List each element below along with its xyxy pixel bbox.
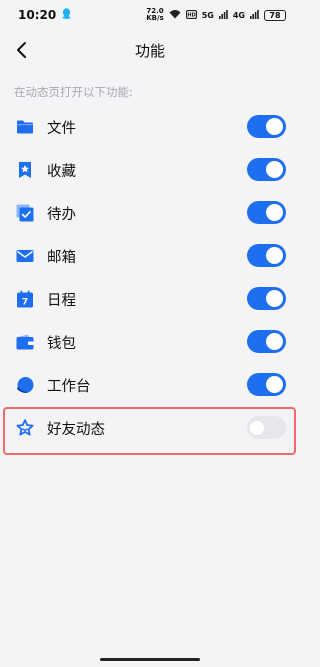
- net-speed: 72.0 KB/s: [146, 8, 163, 22]
- workbench-icon: [16, 376, 34, 394]
- wallet-icon: [16, 333, 34, 351]
- toggle-knob: [250, 420, 264, 435]
- qq-notification-icon: [62, 8, 71, 22]
- list-item-favorites[interactable]: 收藏: [0, 149, 300, 192]
- list-item-label: 文件: [47, 121, 76, 137]
- list-item-label: 工作台: [47, 379, 91, 395]
- list-item-label: 收藏: [47, 164, 76, 180]
- toggle-knob: [266, 290, 283, 307]
- wifi-icon: [169, 9, 181, 21]
- list-item-wallet[interactable]: 钱包: [0, 321, 300, 364]
- list-item-friend-feed[interactable]: 好友动态: [0, 407, 300, 450]
- nfc-icon: HD: [185, 9, 197, 21]
- signal-4g-label: 4G: [232, 10, 245, 20]
- list-item-mail[interactable]: 邮箱: [0, 235, 300, 278]
- toggle-knob: [266, 118, 283, 135]
- calendar-toggle[interactable]: [247, 287, 286, 310]
- battery-icon: 78: [264, 9, 286, 21]
- wallet-toggle[interactable]: [247, 330, 286, 353]
- net-speed-unit: KB/s: [146, 14, 164, 22]
- signal-bars-icon: [218, 9, 228, 21]
- mail-icon: [16, 247, 34, 265]
- folder-icon: [16, 118, 34, 136]
- todo-check-icon: [16, 204, 34, 222]
- section-hint: 在动态页打开以下功能:: [14, 85, 133, 99]
- signal-5g-label: 5G: [201, 10, 214, 20]
- list-item-calendar[interactable]: 7 日程: [0, 278, 300, 321]
- files-toggle[interactable]: [247, 115, 286, 138]
- nav-bar: 功能: [0, 30, 300, 70]
- list-item-todo[interactable]: 待办: [0, 192, 300, 235]
- list-item-label: 钱包: [47, 336, 76, 352]
- list-item-label: 日程: [47, 293, 76, 309]
- feature-list: 文件 收藏 待办 邮箱 7 日程 钱包 工作台 好友动态: [0, 106, 300, 450]
- todo-toggle[interactable]: [247, 201, 286, 224]
- friend-feed-star-icon: [16, 419, 34, 437]
- toggle-knob: [266, 376, 283, 393]
- svg-text:7: 7: [22, 298, 28, 308]
- toggle-knob: [266, 161, 283, 178]
- toggle-knob: [266, 333, 283, 350]
- svg-text:HD: HD: [187, 12, 195, 18]
- favorites-toggle[interactable]: [247, 158, 286, 181]
- list-item-label: 邮箱: [47, 250, 76, 266]
- list-item-label: 待办: [47, 207, 76, 223]
- toggle-knob: [266, 204, 283, 221]
- status-time: 10:20: [18, 8, 57, 22]
- workbench-toggle[interactable]: [247, 373, 286, 396]
- mail-toggle[interactable]: [247, 244, 286, 267]
- list-item-label: 好友动态: [47, 422, 105, 438]
- home-indicator: [100, 658, 200, 661]
- bookmark-star-icon: [16, 161, 34, 179]
- list-item-files[interactable]: 文件: [0, 106, 300, 149]
- toggle-knob: [266, 247, 283, 264]
- calendar-icon: 7: [16, 290, 34, 308]
- friend-feed-toggle[interactable]: [247, 416, 286, 439]
- status-bar: 10:20 72.0 KB/s HD 5G 4G 78: [0, 0, 300, 30]
- page-title: 功能: [134, 42, 165, 60]
- battery-level: 78: [269, 10, 281, 20]
- list-item-workbench[interactable]: 工作台: [0, 364, 300, 407]
- signal-bars-icon-2: [250, 9, 259, 21]
